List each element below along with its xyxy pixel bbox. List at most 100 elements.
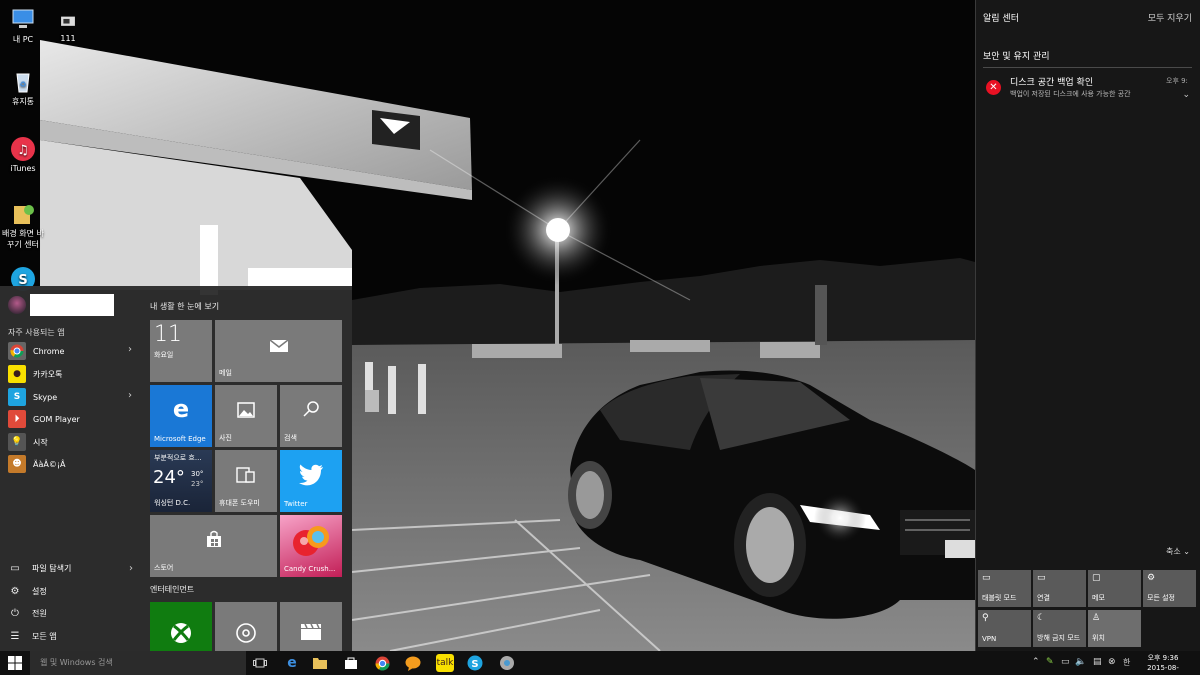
vpn-icon: ⚲ [982,613,989,623]
weather-high: 30° [191,470,204,478]
user-account[interactable] [8,294,114,316]
quick-action-location[interactable]: ♙ 위치 [1088,610,1141,647]
desktop-icon-label: 내 PC [12,35,34,44]
power-icon: ⏻ [11,607,19,619]
action-center-title: 알림 센터 [983,14,1019,24]
movies-tile[interactable] [280,602,342,651]
app-skype[interactable]: S Skype › [8,386,136,408]
store-icon [150,529,277,553]
svg-text:S: S [471,659,478,670]
ime-icon[interactable]: 한 [1123,657,1130,668]
folder-icon [14,205,34,224]
twitter-tile[interactable]: Twitter [280,450,342,512]
quick-action-quiet-hours[interactable]: ☾ 방해 금지 모드 [1033,610,1086,647]
network-icon[interactable]: ▭ [1061,657,1070,667]
desktop-icon-folder[interactable]: 배경 화면 바꾸기 센터 [0,200,46,250]
quick-action-all-settings[interactable]: ⚙ 모든 설정 [1143,570,1196,607]
skype-icon[interactable]: S [466,654,484,672]
notification-item[interactable]: ✕ 디스크 공간 백업 확인 백업이 저장된 디스크에 사용 가능한 공간 오후… [984,72,1194,104]
settings-item[interactable]: ⚙ 설정 [9,581,137,601]
app-label: 카카오톡 [33,369,63,379]
photos-tile[interactable]: 사진 [215,385,277,447]
all-apps-item[interactable]: ☰ 모든 앱 [9,626,137,646]
edge-tile[interactable]: e Microsoft Edge [150,385,212,447]
frequent-apps-heading: 자주 사용되는 앱 [8,328,65,337]
phone-icon [215,464,277,488]
chat-bubble-icon[interactable] [404,654,422,672]
calendar-day: 11 [154,322,182,347]
app-start[interactable]: 💡 시작 [8,431,136,453]
task-view-icon[interactable] [251,654,269,672]
app-generic-icon: ☻ [8,455,26,473]
file-explorer-item[interactable]: ▭ 파일 탐색기 › [9,558,137,578]
search-box[interactable]: 웹 및 Windows 검색 [30,651,246,675]
quick-action-label: 태블릿 모드 [982,594,1017,602]
chevron-right-icon[interactable]: › [128,390,132,401]
app-label: ÄàÂ©¡Â [33,459,66,469]
drive-icon [61,16,75,26]
xbox-tile[interactable] [150,602,212,651]
power-item[interactable]: ⏻ 전원 [9,603,137,623]
quick-action-label: 연결 [1037,594,1050,602]
quick-action-tablet-mode[interactable]: ▭ 태블릿 모드 [978,570,1031,607]
expand-chevron-icon[interactable]: ⌄ [1182,90,1190,100]
volume-icon[interactable]: 🔈 [1075,657,1086,667]
candy-icon [293,526,329,556]
xbox-icon [150,622,212,649]
tray-app-icon[interactable]: ✎ [1046,657,1054,667]
collapse-button[interactable]: 축소 ⌄ [1166,546,1190,557]
tile-label: 휴대폰 도우미 [219,499,260,507]
store-tile[interactable]: 스토어 [150,515,277,577]
desktop-icon-label: 배경 화면 바꾸기 센터 [2,229,44,249]
blocked-icon[interactable]: ⊗ [1108,657,1116,667]
quick-action-note[interactable]: ▢ 메모 [1088,570,1141,607]
quick-action-label: 모든 설정 [1147,594,1175,602]
tile-label: Candy Crush... [284,565,336,573]
tile-group-title: 엔터테인먼트 [150,585,195,594]
weather-low: 23° [191,480,204,488]
folder-icon: ▭ [10,562,20,574]
quick-action-vpn[interactable]: ⚲ VPN [978,610,1031,647]
recycle-bin-icon: ♻ [16,73,30,93]
desktop-icon-itunes[interactable]: ♫ iTunes [0,136,46,173]
phone-companion-tile[interactable]: 휴대폰 도우미 [215,450,277,512]
store-icon[interactable] [342,654,360,672]
weather-tile[interactable]: 부분적으로 흐... 24° 30° 23° 워싱턴 D.C. [150,450,212,512]
weather-temperature: 24° [153,467,185,488]
file-explorer-icon[interactable] [311,654,329,672]
groove-music-tile[interactable] [215,602,277,651]
action-center-icon[interactable]: ▤ [1093,657,1102,667]
clear-all-link[interactable]: 모두 지우기 [1148,11,1192,24]
kakaotalk-icon[interactable]: talk [436,654,454,672]
quick-action-label: 위치 [1092,634,1105,642]
desktop-icon-pc[interactable]: 내 PC [0,6,46,45]
system-item-label: 설정 [32,586,47,596]
app-chrome[interactable]: Chrome › [8,340,136,362]
divider [983,67,1192,68]
app-unknown[interactable]: ☻ ÄàÂ©¡Â [8,453,136,475]
candy-crush-tile[interactable]: Candy Crush... [280,515,342,577]
app-gom-player[interactable]: ⏵ GOM Player [8,408,136,430]
tile-label: Microsoft Edge [154,435,206,443]
app-kakaotalk[interactable]: ● 카카오톡 [8,363,136,385]
chevron-right-icon[interactable]: › [129,563,133,574]
edge-icon[interactable]: e [283,654,301,672]
notification-body: 백업이 저장된 디스크에 사용 가능한 공간 [1010,90,1131,98]
start-button[interactable] [0,651,30,675]
calendar-tile[interactable]: 11 화요일 [150,320,212,382]
desktop-icon-111[interactable]: 111 [48,12,88,43]
search-tile[interactable]: 검색 [280,385,342,447]
taskbar: 웹 및 Windows 검색 e talk S ⌃ ✎ ▭ 🔈 ▤ ⊗ 한 오후… [0,651,1200,675]
system-item-label: 전원 [32,608,47,618]
chevron-right-icon[interactable]: › [128,344,132,355]
avatar [8,296,26,314]
app-icon[interactable] [498,654,516,672]
desktop-icon-recycle[interactable]: ♻ 휴지통 [0,68,46,107]
quick-action-connect[interactable]: ▭ 연결 [1033,570,1086,607]
show-hidden-icons-chevron[interactable]: ⌃ [1032,657,1040,667]
photos-icon [215,399,277,423]
clock[interactable]: 오후 9:36 2015-08-11 [1143,653,1183,675]
mail-tile[interactable]: 메일 [215,320,342,382]
chrome-icon[interactable] [373,654,391,672]
mail-icon [215,334,342,358]
